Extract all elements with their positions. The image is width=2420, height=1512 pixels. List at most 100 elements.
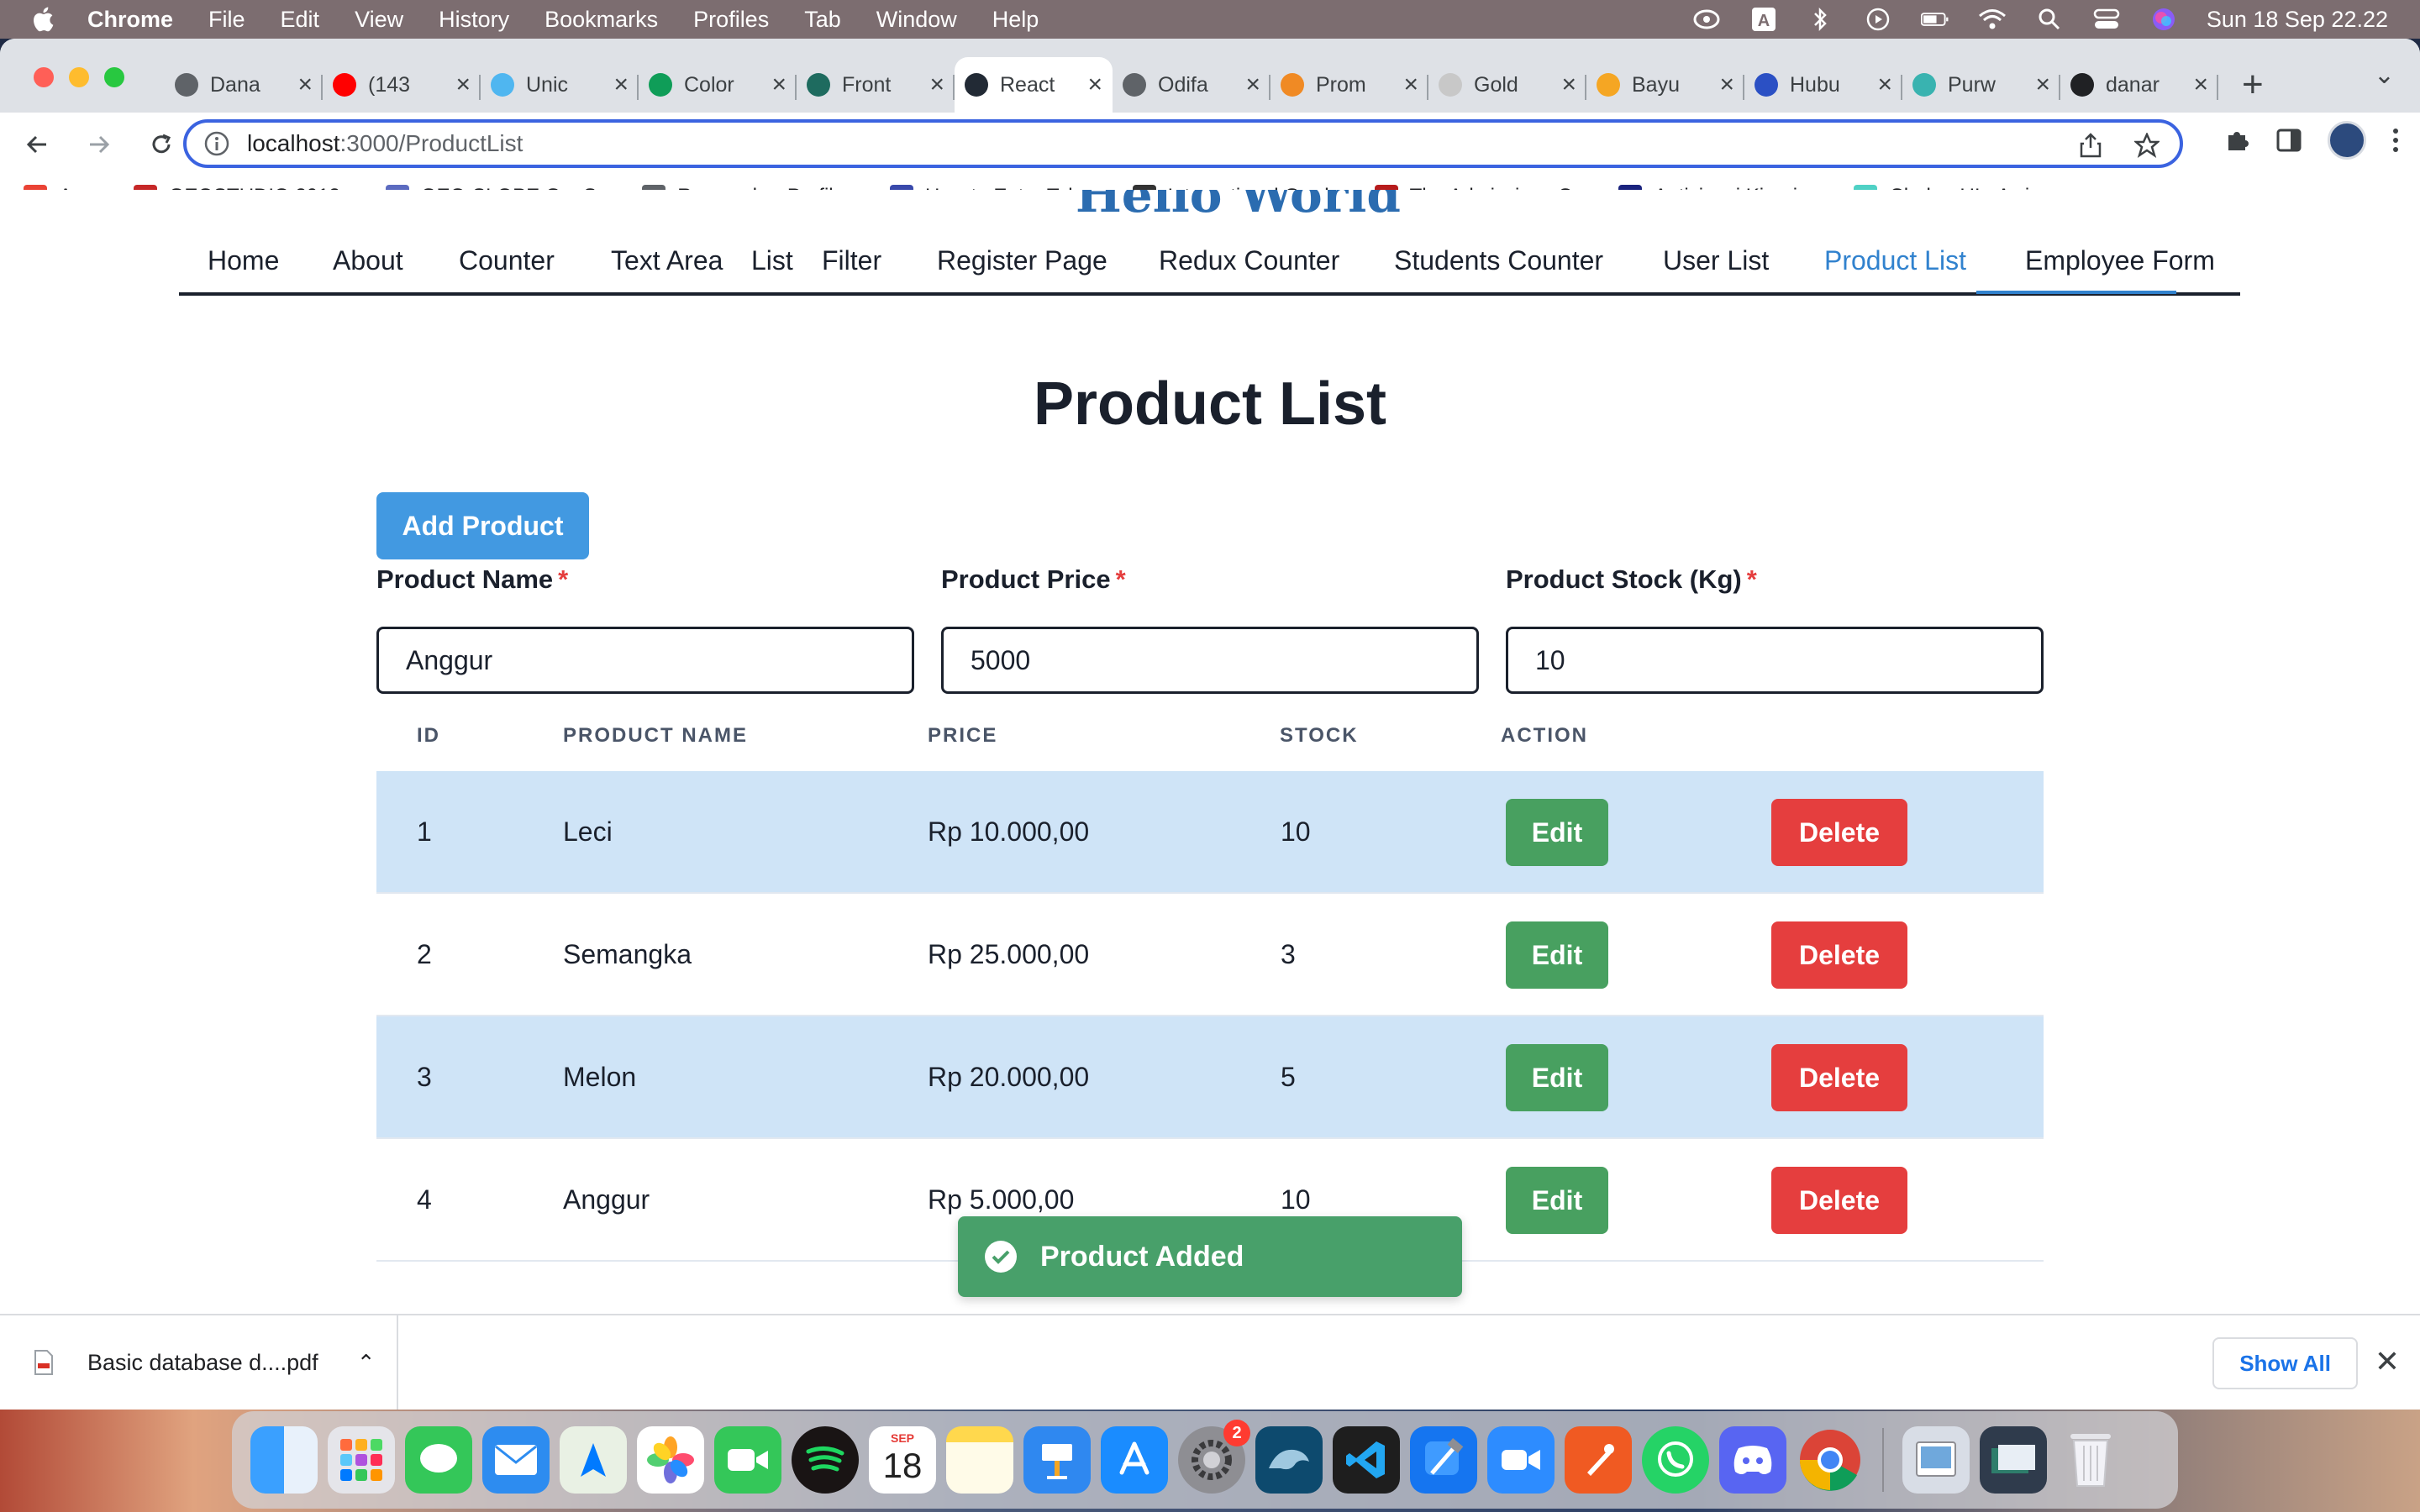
nav-text-area[interactable]: Text Area bbox=[611, 245, 723, 276]
tab-close-icon[interactable]: × bbox=[613, 71, 629, 99]
menu-file[interactable]: File bbox=[208, 7, 245, 33]
browser-tab[interactable]: Front × bbox=[797, 61, 955, 108]
control-center-icon[interactable] bbox=[2092, 7, 2121, 32]
tab-close-icon[interactable]: × bbox=[2035, 71, 2050, 99]
forward-button[interactable] bbox=[74, 119, 124, 170]
new-tab-plus-icon[interactable]: + bbox=[2242, 60, 2264, 110]
browser-tab[interactable]: React × bbox=[955, 57, 1113, 113]
nav-filter[interactable]: Filter bbox=[822, 245, 881, 276]
creative-cloud-icon[interactable] bbox=[1692, 7, 1721, 32]
profile-avatar[interactable] bbox=[2328, 121, 2366, 160]
mail-icon[interactable] bbox=[482, 1426, 550, 1494]
close-icon[interactable]: ✕ bbox=[2375, 1344, 2400, 1379]
mysql-workbench-icon[interactable] bbox=[1255, 1426, 1323, 1494]
tab-close-icon[interactable]: × bbox=[1561, 71, 1576, 99]
tab-close-icon[interactable]: × bbox=[771, 71, 786, 99]
browser-tab[interactable]: Odifa × bbox=[1113, 61, 1270, 108]
nav-user-list[interactable]: User List bbox=[1663, 245, 1769, 276]
system-preferences-icon[interactable]: 2 bbox=[1178, 1420, 1250, 1494]
facetime-icon[interactable] bbox=[714, 1426, 781, 1494]
discord-icon[interactable] bbox=[1719, 1426, 1786, 1494]
add-product-button[interactable]: Add Product bbox=[376, 492, 589, 559]
nav-redux-counter[interactable]: Redux Counter bbox=[1159, 245, 1339, 276]
edit-button[interactable]: Edit bbox=[1506, 799, 1608, 866]
zoom-icon[interactable] bbox=[1487, 1426, 1555, 1494]
messages-icon[interactable] bbox=[405, 1426, 472, 1494]
menu-bar-clock[interactable]: Sun 18 Sep 22.22 bbox=[2207, 7, 2388, 33]
calendar-icon[interactable]: SEP 18 bbox=[869, 1426, 936, 1494]
minimize-window-button[interactable] bbox=[69, 67, 89, 87]
siri-icon[interactable] bbox=[2149, 7, 2178, 32]
edit-button[interactable]: Edit bbox=[1506, 1167, 1608, 1234]
browser-tab[interactable]: Gold × bbox=[1428, 61, 1586, 108]
tab-close-icon[interactable]: × bbox=[929, 71, 944, 99]
tab-search-chevron-icon[interactable]: ⌄ bbox=[2374, 60, 2395, 90]
menu-history[interactable]: History bbox=[439, 7, 509, 33]
nav-product-list[interactable]: Product List bbox=[1824, 245, 1966, 276]
nav-register-page[interactable]: Register Page bbox=[937, 245, 1107, 276]
photos-icon[interactable] bbox=[637, 1426, 704, 1494]
postman-icon[interactable] bbox=[1565, 1426, 1632, 1494]
nav-students-counter[interactable]: Students Counter bbox=[1394, 245, 1603, 276]
tab-close-icon[interactable]: × bbox=[297, 71, 313, 99]
product-name-input[interactable]: Anggur bbox=[376, 627, 914, 694]
maps-icon[interactable] bbox=[560, 1426, 627, 1494]
address-bar[interactable]: localhost:3000/ProductList bbox=[183, 119, 2183, 168]
bluetooth-icon[interactable] bbox=[1807, 7, 1835, 32]
delete-button[interactable]: Delete bbox=[1771, 799, 1907, 866]
trash-icon[interactable] bbox=[2057, 1426, 2124, 1494]
app-store-icon[interactable] bbox=[1101, 1426, 1168, 1494]
delete-button[interactable]: Delete bbox=[1771, 1044, 1907, 1111]
side-panel-icon[interactable] bbox=[2275, 127, 2302, 154]
nav-counter[interactable]: Counter bbox=[459, 245, 555, 276]
edit-button[interactable]: Edit bbox=[1506, 1044, 1608, 1111]
vscode-icon[interactable] bbox=[1333, 1426, 1400, 1494]
chrome-menu-icon[interactable] bbox=[2391, 126, 2400, 155]
preview-icon[interactable] bbox=[1902, 1426, 1970, 1494]
menu-window[interactable]: Window bbox=[876, 7, 957, 33]
apple-icon[interactable] bbox=[30, 5, 59, 34]
menu-bookmarks[interactable]: Bookmarks bbox=[544, 7, 658, 33]
chevron-up-icon[interactable]: ⌃ bbox=[357, 1350, 376, 1376]
nav-employee-form[interactable]: Employee Form bbox=[2025, 245, 2215, 276]
delete-button[interactable]: Delete bbox=[1771, 921, 1907, 989]
menu-view[interactable]: View bbox=[355, 7, 403, 33]
now-playing-icon[interactable] bbox=[1864, 7, 1892, 32]
menu-profiles[interactable]: Profiles bbox=[693, 7, 769, 33]
notes-icon[interactable] bbox=[946, 1426, 1013, 1494]
browser-tab[interactable]: danar × bbox=[2060, 61, 2218, 108]
tab-close-icon[interactable]: × bbox=[1245, 71, 1260, 99]
downloads-stack-icon[interactable] bbox=[1980, 1426, 2047, 1494]
menu-edit[interactable]: Edit bbox=[281, 7, 320, 33]
site-info-icon[interactable] bbox=[203, 130, 230, 157]
tab-close-icon[interactable]: × bbox=[1087, 71, 1102, 99]
finder-icon[interactable] bbox=[250, 1426, 318, 1494]
download-item[interactable]: Basic database d....pdf ⌃ bbox=[0, 1315, 398, 1410]
product-stock-input[interactable]: 10 bbox=[1506, 627, 2044, 694]
tab-close-icon[interactable]: × bbox=[1877, 71, 1892, 99]
chrome-icon[interactable] bbox=[1797, 1426, 1864, 1494]
show-all-downloads-button[interactable]: Show All bbox=[2212, 1337, 2358, 1389]
back-button[interactable] bbox=[12, 119, 62, 170]
browser-tab[interactable]: Unic × bbox=[481, 61, 639, 108]
battery-icon[interactable] bbox=[1920, 7, 1949, 32]
launchpad-icon[interactable] bbox=[328, 1426, 395, 1494]
delete-button[interactable]: Delete bbox=[1771, 1167, 1907, 1234]
tab-close-icon[interactable]: × bbox=[2193, 71, 2208, 99]
nav-about[interactable]: About bbox=[333, 245, 403, 276]
xcode-icon[interactable] bbox=[1410, 1426, 1477, 1494]
reload-button[interactable] bbox=[136, 119, 187, 170]
tab-close-icon[interactable]: × bbox=[455, 71, 471, 99]
extensions-puzzle-icon[interactable] bbox=[2223, 127, 2250, 154]
product-price-input[interactable]: 5000 bbox=[941, 627, 1479, 694]
close-window-button[interactable] bbox=[34, 67, 54, 87]
wifi-icon[interactable] bbox=[1978, 7, 2007, 32]
input-source-icon[interactable]: A bbox=[1749, 7, 1778, 32]
zoom-window-button[interactable] bbox=[104, 67, 124, 87]
browser-tab[interactable]: (143 × bbox=[323, 61, 481, 108]
spotify-icon[interactable] bbox=[792, 1426, 859, 1494]
edit-button[interactable]: Edit bbox=[1506, 921, 1608, 989]
menu-app-name[interactable]: Chrome bbox=[87, 7, 173, 33]
browser-tab[interactable]: Prom × bbox=[1270, 61, 1428, 108]
spotlight-search-icon[interactable] bbox=[2035, 7, 2064, 32]
